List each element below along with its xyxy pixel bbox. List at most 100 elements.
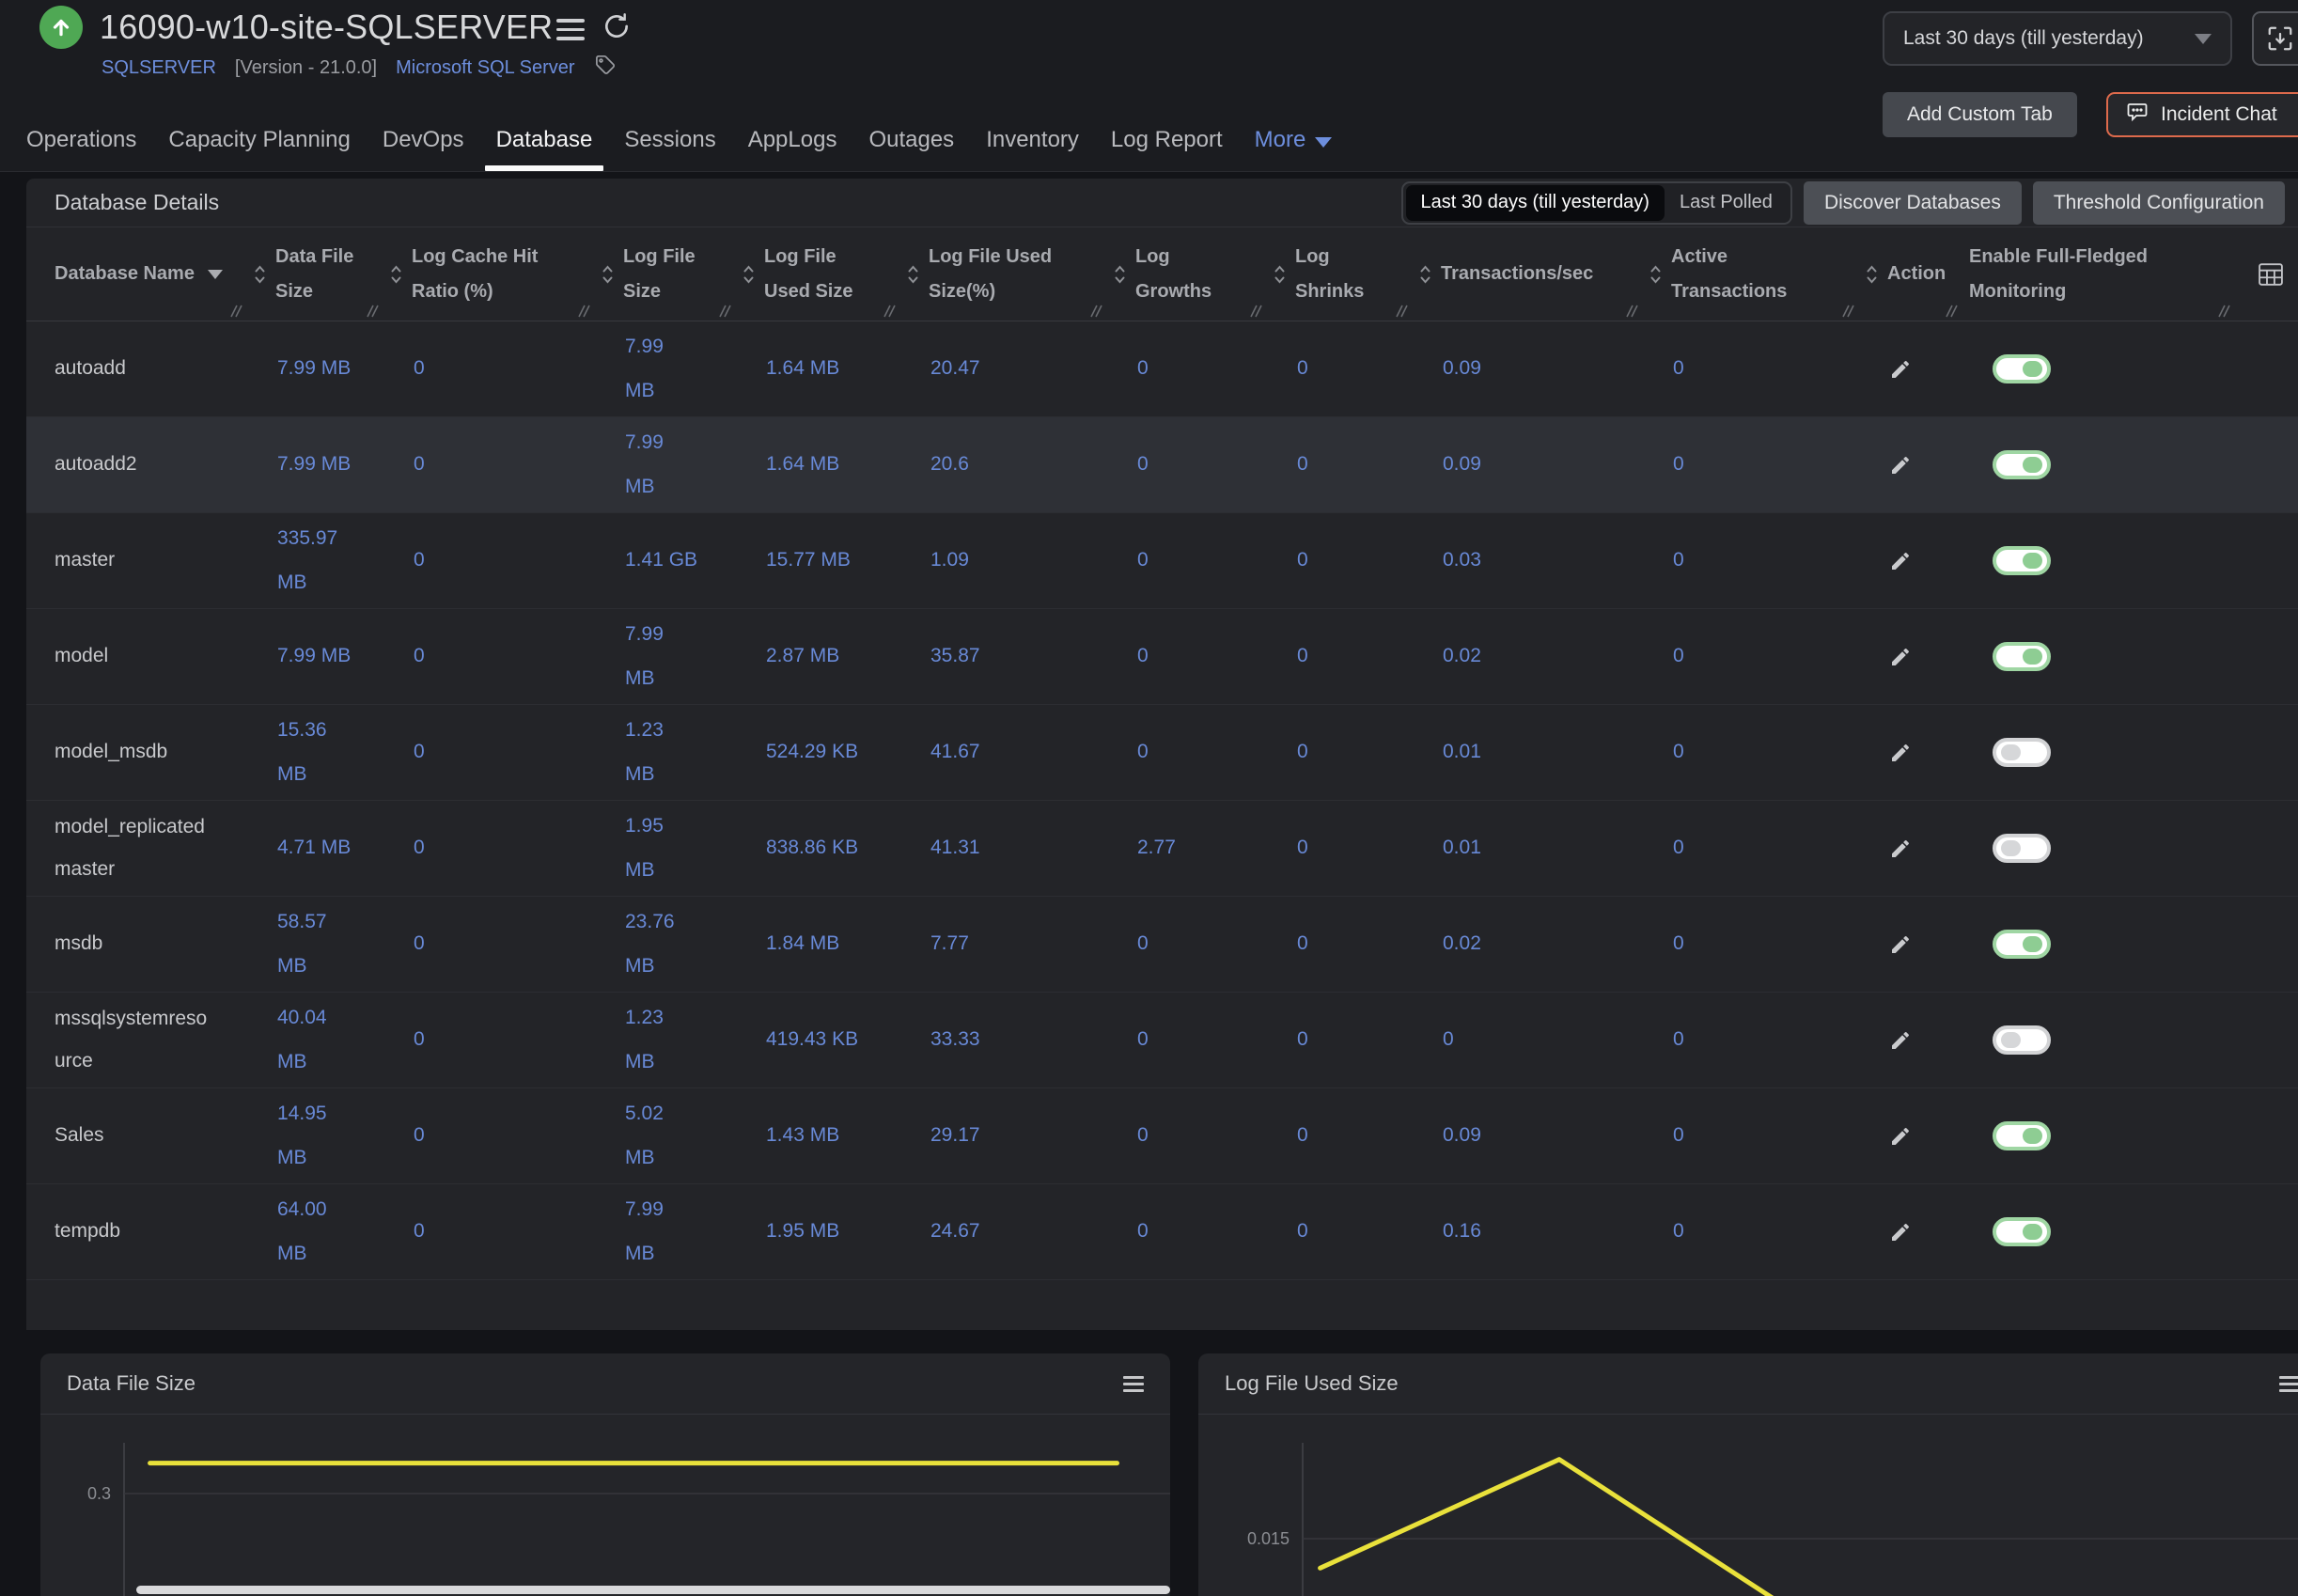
sort-icon[interactable] (254, 261, 266, 288)
database-name[interactable]: autoadd2 (55, 444, 137, 485)
export-button[interactable] (2252, 11, 2298, 66)
database-name[interactable]: model_replicated master (55, 806, 212, 889)
column-resize-handle[interactable] (229, 304, 244, 319)
database-name[interactable]: mssqlsystemresource (55, 998, 212, 1081)
monitoring-toggle[interactable] (1993, 546, 2051, 575)
sort-icon[interactable] (1649, 261, 1662, 288)
tab-capacity-planning[interactable]: Capacity Planning (168, 109, 350, 171)
database-name[interactable]: master (55, 540, 115, 581)
edit-action-button[interactable] (1889, 742, 1912, 764)
table-cell: 0 (1114, 1184, 1274, 1279)
column-resize-handle[interactable] (366, 304, 381, 319)
table-row: msdb58.57 MB023.76 MB1.84 MB7.77000.020 (26, 897, 2298, 993)
column-header-active-transactions[interactable]: Active Transactions (1649, 227, 1866, 321)
cell-log-growths: 0 (1137, 347, 1149, 390)
refresh-icon[interactable] (602, 11, 632, 46)
table-cell: 1.64 MB (743, 417, 907, 512)
database-name[interactable]: Sales (55, 1115, 104, 1156)
edit-action-button[interactable] (1889, 1125, 1912, 1148)
column-resize-handle[interactable] (1249, 304, 1264, 319)
edit-action-button[interactable] (1889, 358, 1912, 381)
sort-icon[interactable] (1274, 261, 1286, 288)
cell-log-file-size: 1.41 GB (625, 539, 697, 582)
tab-database[interactable]: Database (496, 109, 593, 171)
column-header-log-file-used-size-[interactable]: Log File Used Size(%) (907, 227, 1114, 321)
monitoring-toggle[interactable] (1993, 738, 2051, 767)
column-resize-handle[interactable] (1089, 304, 1104, 319)
monitoring-toggle[interactable] (1993, 450, 2051, 479)
sort-icon[interactable] (602, 261, 614, 288)
monitoring-toggle[interactable] (1993, 930, 2051, 959)
column-header-log-shrinks[interactable]: Log Shrinks (1274, 227, 1419, 321)
tab-outages[interactable]: Outages (868, 109, 954, 171)
database-name[interactable]: msdb (55, 923, 102, 964)
discover-databases-button[interactable]: Discover Databases (1804, 181, 2022, 225)
sort-icon[interactable] (1419, 261, 1431, 288)
database-name[interactable]: model_msdb (55, 731, 167, 773)
table-cell: 1.64 MB (743, 321, 907, 416)
column-resize-handle[interactable] (718, 304, 733, 319)
column-resize-handle[interactable] (1945, 304, 1960, 319)
table-cell: 29.17 (907, 1088, 1114, 1183)
database-name[interactable]: autoadd (55, 348, 126, 389)
time-range-dropdown[interactable]: Last 30 days (till yesterday) (1883, 11, 2232, 66)
monitoring-toggle[interactable] (1993, 1217, 2051, 1246)
column-resize-handle[interactable] (1625, 304, 1640, 319)
column-resize-handle[interactable] (1841, 304, 1856, 319)
column-resize-handle[interactable] (2217, 304, 2232, 319)
column-resize-handle[interactable] (883, 304, 898, 319)
tab-operations[interactable]: Operations (26, 109, 136, 171)
column-header-log-growths[interactable]: Log Growths (1114, 227, 1274, 321)
monitoring-toggle[interactable] (1993, 642, 2051, 671)
chart-menu-icon[interactable] (2279, 1376, 2298, 1392)
sort-icon[interactable] (390, 261, 402, 288)
sort-icon[interactable] (1114, 261, 1126, 288)
cell-log-cache-hit-ratio: 0 (414, 443, 425, 486)
column-header-action[interactable]: Action (1866, 227, 1969, 321)
column-header-enable-full-fledged-monitoring[interactable]: Enable Full-Fledged Monitoring (1969, 227, 2242, 321)
threshold-configuration-button[interactable]: Threshold Configuration (2033, 181, 2285, 225)
sort-icon[interactable] (907, 261, 919, 288)
sort-icon[interactable] (743, 261, 755, 288)
chart-menu-icon[interactable] (1123, 1376, 1144, 1392)
svg-text:0.3: 0.3 (87, 1484, 111, 1503)
product-link[interactable]: Microsoft SQL Server (396, 57, 574, 79)
monitoring-toggle[interactable] (1993, 1121, 2051, 1150)
database-name[interactable]: tempdb (55, 1211, 120, 1252)
column-chooser-icon[interactable] (2259, 263, 2283, 290)
tab-devops[interactable]: DevOps (383, 109, 464, 171)
horizontal-scrollbar-thumb[interactable] (136, 1586, 1170, 1594)
edit-action-button[interactable] (1889, 646, 1912, 668)
edit-action-button[interactable] (1889, 550, 1912, 572)
range-toggle-selected[interactable]: Last 30 days (till yesterday) (1406, 185, 1665, 221)
cell-log-file-used-size: 1.95 MB (766, 1210, 839, 1253)
monitor-type-link[interactable]: SQLSERVER (102, 57, 216, 79)
column-header-log-file-used-size[interactable]: Log File Used Size (743, 227, 907, 321)
nav-more[interactable]: More (1255, 127, 1333, 153)
monitor-actions-menu-icon[interactable] (556, 19, 585, 40)
edit-action-button[interactable] (1889, 1221, 1912, 1244)
column-header-data-file-size[interactable]: Data File Size (254, 227, 390, 321)
table-cell: 1.23 MB (602, 705, 743, 800)
tab-sessions[interactable]: Sessions (624, 109, 715, 171)
edit-action-button[interactable] (1889, 1029, 1912, 1052)
tab-log-report[interactable]: Log Report (1111, 109, 1223, 171)
edit-action-button[interactable] (1889, 933, 1912, 956)
edit-action-button[interactable] (1889, 454, 1912, 477)
sort-icon[interactable] (1866, 261, 1878, 288)
monitoring-toggle[interactable] (1993, 354, 2051, 383)
range-toggle-last-polled[interactable]: Last Polled (1665, 192, 1788, 213)
column-header-database-name[interactable]: Database Name (55, 227, 254, 321)
tab-applogs[interactable]: AppLogs (748, 109, 837, 171)
column-header-transactions-sec[interactable]: Transactions/sec (1419, 227, 1649, 321)
column-resize-handle[interactable] (577, 304, 592, 319)
column-header-log-cache-hit-ratio-[interactable]: Log Cache Hit Ratio (%) (390, 227, 602, 321)
database-name[interactable]: model (55, 635, 108, 677)
monitoring-toggle[interactable] (1993, 834, 2051, 863)
edit-action-button[interactable] (1889, 837, 1912, 860)
monitoring-toggle[interactable] (1993, 1025, 2051, 1055)
column-resize-handle[interactable] (1395, 304, 1410, 319)
tag-icon[interactable] (594, 54, 617, 82)
column-header-log-file-size[interactable]: Log File Size (602, 227, 743, 321)
tab-inventory[interactable]: Inventory (986, 109, 1079, 171)
